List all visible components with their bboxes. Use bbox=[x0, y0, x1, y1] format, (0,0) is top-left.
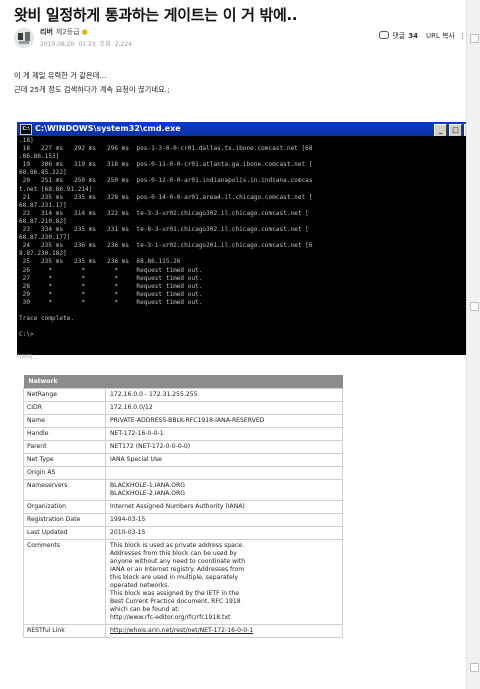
whois-key: Handle bbox=[23, 427, 106, 441]
comment-icon bbox=[379, 31, 390, 39]
views-label: 조회 bbox=[99, 41, 111, 48]
cmd-line: 8.87.230.182] bbox=[19, 250, 67, 258]
side-rail-icon[interactable] bbox=[470, 34, 479, 43]
cmd-line: 68.86.85.222] bbox=[19, 169, 67, 177]
whois-key: Origin AS bbox=[23, 466, 106, 480]
whois-key: NetRange bbox=[23, 388, 106, 402]
whois-row: Nameservers BLACKHOLE-1.IANA.ORG BLACKHOL… bbox=[23, 479, 343, 501]
cmd-line: 18 227 ms 292 ms 296 ms pos-1-3-0-0-cr01… bbox=[19, 145, 313, 153]
cmd-window-screenshot: C:\C:\WINDOWS\system32\cmd.exe _□× .18] … bbox=[17, 122, 480, 355]
cmd-output: .18] 18 227 ms 292 ms 296 ms pos-1-3-0-0… bbox=[19, 137, 313, 339]
whois-row: Name PRIVATE-ADDRESS-BBLK-RFC1918-IANA-RE… bbox=[23, 414, 343, 428]
whois-row: Organization Internet Assigned Numbers Au… bbox=[23, 500, 343, 514]
cmd-line: 20 251 ms 250 ms 250 ms pos-0-12-0-0-ar0… bbox=[19, 177, 313, 185]
post-body: 이 게 제일 유력한 거 같은데... 근데 25개 정도 검색하다가 계속 요… bbox=[14, 69, 170, 97]
whois-table: Network NetRange 172.16.0.0 - 172.31.255.… bbox=[23, 375, 343, 638]
more-icon[interactable]: ⋮ bbox=[459, 32, 466, 40]
cmd-line: 68.87.231.17] bbox=[19, 201, 67, 209]
cmd-line: 24 235 ms 236 ms 236 ms te-3-1-ur02.chic… bbox=[19, 242, 313, 250]
comment-label: 댓글 bbox=[392, 32, 406, 40]
whois-value bbox=[105, 466, 343, 480]
whois-value: 2010-03-15 bbox=[105, 526, 343, 540]
whois-value: BLACKHOLE-1.IANA.ORG BLACKHOLE-2.IANA.OR… bbox=[105, 479, 343, 501]
avatar-image bbox=[14, 28, 34, 48]
whois-key: CIDR bbox=[23, 401, 106, 415]
whois-key: Net Type bbox=[23, 453, 106, 467]
whois-value: NET-172-16-0-0-1 bbox=[105, 427, 343, 441]
whois-value: This block is used as private address sp… bbox=[105, 539, 343, 625]
whois-key: Parent bbox=[23, 440, 106, 454]
cmd-line: 26 * * * Request timed out. bbox=[19, 266, 203, 274]
medal-icon: ● bbox=[81, 28, 88, 36]
cmd-line: Trace complete. bbox=[19, 315, 75, 323]
whois-row: Registration Date 1994-03-15 bbox=[23, 513, 343, 527]
cmd-line: 68.87.210.82] bbox=[19, 217, 67, 225]
cmd-line: 29 * * * Request timed out. bbox=[19, 290, 203, 298]
avatar[interactable] bbox=[14, 28, 34, 48]
whois-value: PRIVATE-ADDRESS-BBLK-RFC1918-IANA-RESERV… bbox=[105, 414, 343, 428]
cmd-line: 25 235 ms 235 ms 236 ms 68.86.115.26 bbox=[19, 258, 181, 266]
cmd-line: 68.87.230.177] bbox=[19, 234, 71, 242]
author-grade: 제2등급 bbox=[55, 28, 80, 36]
post-title: 왓비 일정하게 통과하는 게이트는 이 거 밖에.. bbox=[14, 6, 298, 24]
cmd-line: 22 314 ms 314 ms 322 ms te-3-3-ur02.chic… bbox=[19, 209, 309, 217]
cmd-line: .86.86.153] bbox=[19, 153, 60, 161]
whois-value[interactable]: NET172 (NET-172-0-0-0-0) bbox=[105, 440, 343, 454]
whois-key: Last Updated bbox=[23, 526, 106, 540]
whois-row: RESTful Link http://whois.arin.net/rest/n… bbox=[23, 624, 343, 638]
cmd-line: 28 * * * Request timed out. bbox=[19, 282, 203, 290]
author-name[interactable]: 리버 bbox=[40, 28, 53, 36]
whois-row: Handle NET-172-16-0-0-1 bbox=[23, 427, 343, 441]
body-line: 이 게 제일 유력한 거 같은데... bbox=[14, 71, 107, 80]
whois-value: IANA Special Use bbox=[105, 453, 343, 467]
whois-key: Organization bbox=[23, 500, 106, 514]
post-date: 2010.08.20 bbox=[40, 41, 75, 48]
whois-value: 1994-03-15 bbox=[105, 513, 343, 527]
comment-button[interactable]: 댓글 34 bbox=[379, 31, 426, 40]
side-rail-icon[interactable] bbox=[470, 302, 479, 311]
cmd-line bbox=[19, 307, 313, 315]
whois-row: Origin AS bbox=[23, 466, 343, 480]
cmd-line: 23 334 ms 235 ms 331 ms te-8-3-ur01.chic… bbox=[19, 226, 309, 234]
whois-row: Net Type IANA Special Use bbox=[23, 453, 343, 467]
whois-key: Registration Date bbox=[23, 513, 106, 527]
cmd-app-icon: C:\ bbox=[20, 124, 32, 135]
side-rail-icon[interactable] bbox=[470, 663, 479, 672]
whois-key: Comments bbox=[23, 539, 106, 625]
cmd-line bbox=[19, 323, 313, 331]
image-caption: 가져와... bbox=[16, 354, 39, 361]
whois-key: Nameservers bbox=[23, 479, 106, 501]
cmd-line: C:\> bbox=[19, 331, 34, 339]
whois-value: 172.16.0.0 - 172.31.255.255 bbox=[105, 388, 343, 402]
cmd-line: 27 * * * Request timed out. bbox=[19, 274, 203, 282]
cmd-console: .18] 18 227 ms 292 ms 296 ms pos-1-3-0-0… bbox=[17, 136, 469, 355]
whois-key: RESTful Link bbox=[23, 624, 106, 638]
whois-row: NetRange 172.16.0.0 - 172.31.255.255 bbox=[23, 388, 343, 402]
whois-header: Network bbox=[23, 375, 343, 389]
post-time: 01:23 bbox=[78, 41, 96, 48]
cmd-title: C:\WINDOWS\system32\cmd.exe bbox=[35, 124, 181, 133]
whois-row: Last Updated 2010-03-15 bbox=[23, 526, 343, 540]
whois-key: Name bbox=[23, 414, 106, 428]
whois-value: 172.16.0.0/12 bbox=[105, 401, 343, 415]
whois-row: Parent NET172 (NET-172-0-0-0-0) bbox=[23, 440, 343, 454]
cmd-line: 19 306 ms 319 ms 318 ms pos-0-11-0-0-cr0… bbox=[19, 161, 313, 169]
cmd-line: 21 235 ms 235 ms 328 ms pos-0-14-0-0-ar0… bbox=[19, 193, 313, 201]
cmd-line: .18] bbox=[19, 137, 34, 144]
post-meta: 리버 제2등급 ● 2010.08.20 01:23 조회 2,224 댓글 34 URL 복… bbox=[14, 27, 466, 49]
whois-row: Comments This block is used as private ad… bbox=[23, 539, 343, 625]
url-copy-button[interactable]: URL 복사 bbox=[426, 32, 455, 40]
right-side-rail bbox=[466, 0, 480, 689]
body-line: 근데 25개 정도 검색하다가 계속 요청이 끊기네요.; bbox=[14, 85, 170, 94]
comment-count: 34 bbox=[408, 32, 418, 40]
cmd-line: t.net [68.86.91.214] bbox=[19, 185, 93, 193]
whois-row: CIDR 172.16.0.0/12 bbox=[23, 401, 343, 415]
cmd-titlebar: C:\C:\WINDOWS\system32\cmd.exe _□× bbox=[17, 122, 480, 137]
views-count: 2,224 bbox=[114, 41, 132, 48]
whois-value[interactable]: http://whois.arin.net/rest/net/NET-172-1… bbox=[105, 624, 343, 638]
whois-value: Internet Assigned Numbers Authority (IAN… bbox=[105, 500, 343, 514]
cmd-line: 30 * * * Request timed out. bbox=[19, 298, 203, 306]
